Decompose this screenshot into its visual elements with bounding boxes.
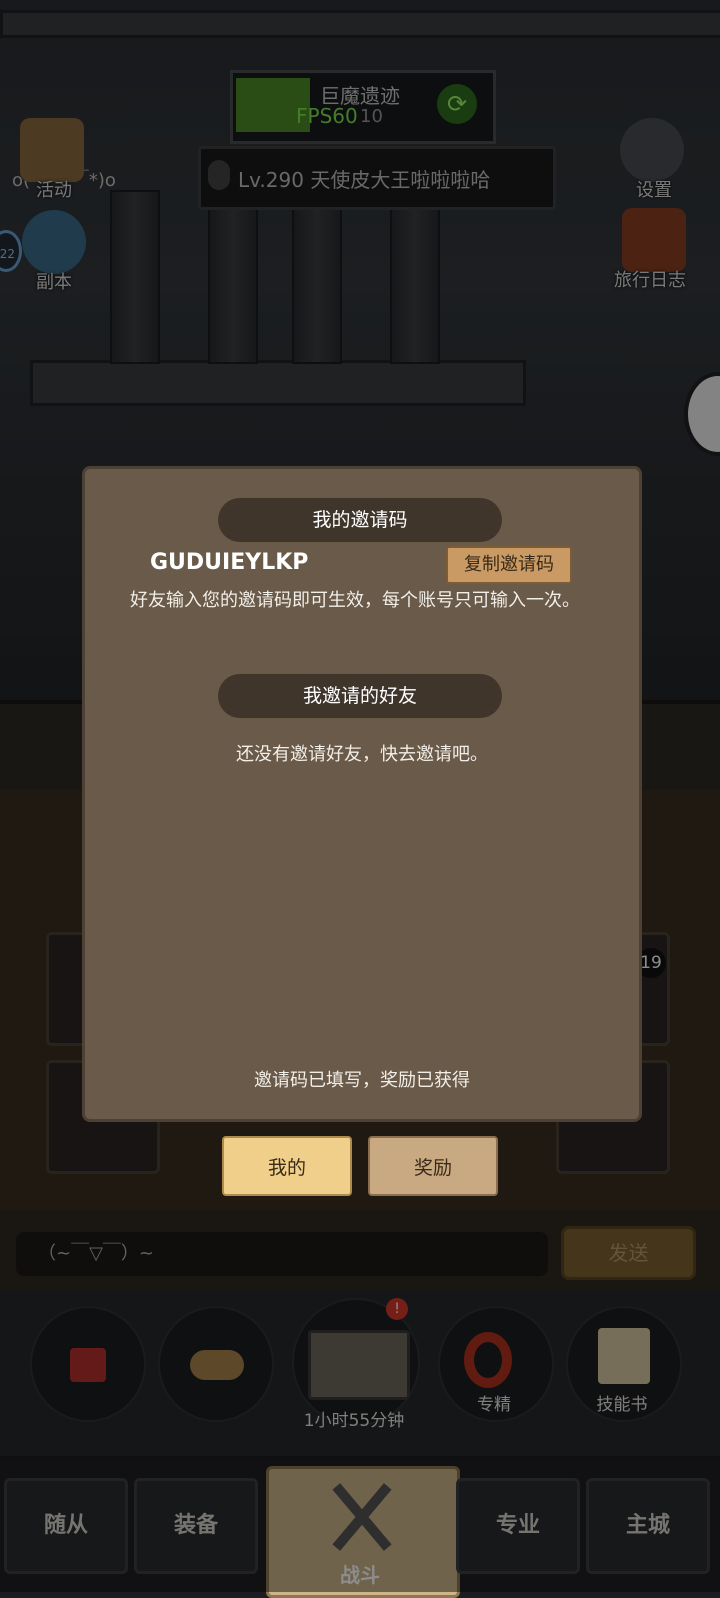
invite-code: GUDUIEYLKP xyxy=(150,550,309,575)
empty-friends-text: 还没有邀请好友，快去邀请吧。 xyxy=(236,744,488,765)
section-title-my-code: 我的邀请码 xyxy=(218,498,502,542)
tab-rewards[interactable]: 奖励 xyxy=(368,1136,498,1196)
tab-mine[interactable]: 我的 xyxy=(222,1136,352,1196)
invite-description: 好友输入您的邀请码即可生效，每个账号只可输入一次。 xyxy=(130,590,580,611)
invite-status-text: 邀请码已填写，奖励已获得 xyxy=(254,1070,470,1091)
section-title-my-friends: 我邀请的好友 xyxy=(218,674,502,718)
copy-code-button[interactable]: 复制邀请码 xyxy=(446,546,572,584)
